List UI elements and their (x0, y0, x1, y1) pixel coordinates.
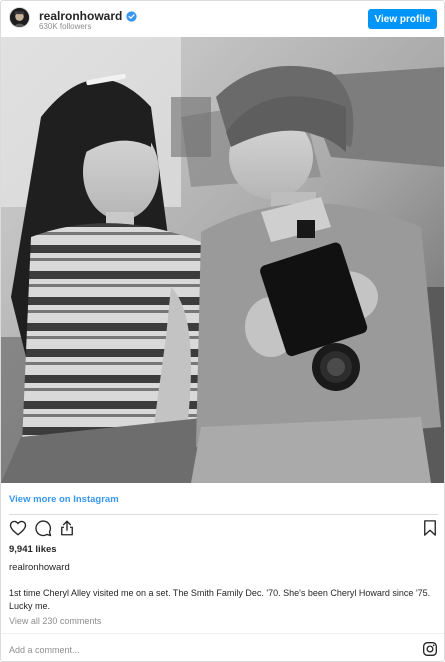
comment-input[interactable] (9, 643, 389, 657)
verified-badge-icon (126, 10, 137, 22)
caption-username[interactable]: realronhoward (9, 562, 70, 573)
username[interactable]: realronhoward (39, 9, 122, 23)
heart-icon[interactable] (9, 519, 27, 537)
likes-count[interactable]: 9,941 likes (9, 544, 57, 555)
username-row: realronhoward (39, 9, 137, 23)
followers-count: 630K followers (39, 22, 92, 31)
comment-icon[interactable] (34, 519, 52, 537)
post-photo[interactable] (1, 37, 444, 483)
bookmark-icon[interactable] (421, 519, 439, 537)
divider (9, 514, 438, 515)
view-more-link[interactable]: View more on Instagram (9, 494, 119, 505)
share-icon[interactable] (58, 519, 76, 537)
view-comments-link[interactable]: View all 230 comments (9, 616, 101, 626)
post-header: realronhoward 630K followers View profil… (1, 1, 444, 37)
instagram-embed: realronhoward 630K followers View profil… (0, 0, 445, 662)
caption-text: 1st time Cheryl Alley visited me on a se… (9, 588, 431, 611)
view-profile-button[interactable]: View profile (368, 9, 437, 29)
divider (1, 633, 444, 634)
avatar[interactable] (9, 7, 30, 28)
instagram-logo-icon[interactable] (422, 641, 438, 657)
